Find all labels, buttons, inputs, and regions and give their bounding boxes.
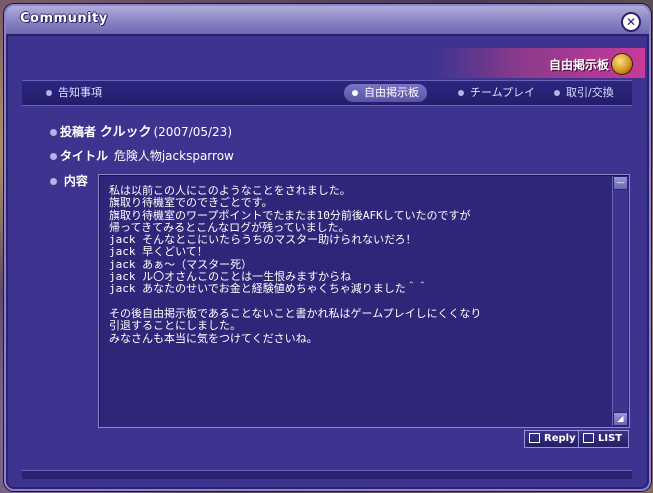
- bottom-bar: [22, 470, 632, 479]
- list-icon: [583, 433, 594, 443]
- community-window: Community ✕ 自由掲示板 告知事項 自由掲示板 チームプレイ 取引/交…: [4, 4, 651, 491]
- window-title: Community: [20, 11, 108, 26]
- title-label: タイトル: [60, 149, 109, 163]
- tab-label: 取引/交換: [566, 86, 614, 99]
- bullet-icon: [50, 129, 57, 136]
- tab-team-play[interactable]: チームプレイ: [450, 84, 543, 102]
- list-label: LIST: [598, 433, 623, 444]
- bullet-icon: [554, 90, 560, 96]
- scroll-down-icon[interactable]: ◢: [613, 412, 628, 426]
- board-banner-label: 自由掲示板: [548, 58, 609, 72]
- content-scrollbar[interactable]: — ◢: [612, 176, 628, 426]
- list-button[interactable]: LIST: [578, 430, 630, 448]
- close-icon[interactable]: ✕: [621, 12, 641, 32]
- poster-row: 投稿者 クルック (2007/05/23): [50, 121, 232, 140]
- tab-label: チームプレイ: [470, 86, 536, 99]
- board-emblem-icon: [611, 53, 633, 75]
- tab-label: 告知事項: [58, 86, 102, 99]
- scroll-up-icon[interactable]: —: [613, 176, 628, 190]
- content-row: 内容: [50, 172, 88, 189]
- bullet-icon: [50, 178, 57, 185]
- poster-name: クルック: [99, 125, 152, 140]
- bullet-icon: [46, 90, 52, 96]
- bullet-icon: [352, 90, 358, 96]
- poster-label: 投稿者: [60, 125, 97, 139]
- tab-label: 自由掲示板: [364, 86, 419, 99]
- title-row: タイトル 危険人物jacksparrow: [50, 147, 234, 164]
- post-date: (2007/05/23): [153, 125, 232, 139]
- tab-free-board[interactable]: 自由掲示板: [344, 84, 427, 102]
- post-content: 私は以前この人にこのようなことをされました。 旗取り待機室でのできごとです。 旗…: [109, 185, 482, 345]
- reply-icon: [529, 433, 540, 443]
- post-content-box[interactable]: 私は以前この人にこのようなことをされました。 旗取り待機室でのできごとです。 旗…: [98, 174, 630, 428]
- content-label: 内容: [63, 174, 88, 188]
- board-banner: 自由掲示板: [435, 48, 645, 78]
- post-title: 危険人物jacksparrow: [113, 149, 234, 163]
- tab-bar: 告知事項 自由掲示板 チームプレイ 取引/交換: [22, 80, 632, 106]
- bullet-icon: [458, 90, 464, 96]
- reply-label: Reply: [544, 433, 576, 444]
- tab-announcements[interactable]: 告知事項: [38, 84, 110, 102]
- reply-button[interactable]: Reply: [524, 430, 583, 448]
- bullet-icon: [50, 153, 57, 160]
- tab-trade[interactable]: 取引/交換: [546, 84, 622, 102]
- titlebar[interactable]: Community ✕: [6, 6, 649, 36]
